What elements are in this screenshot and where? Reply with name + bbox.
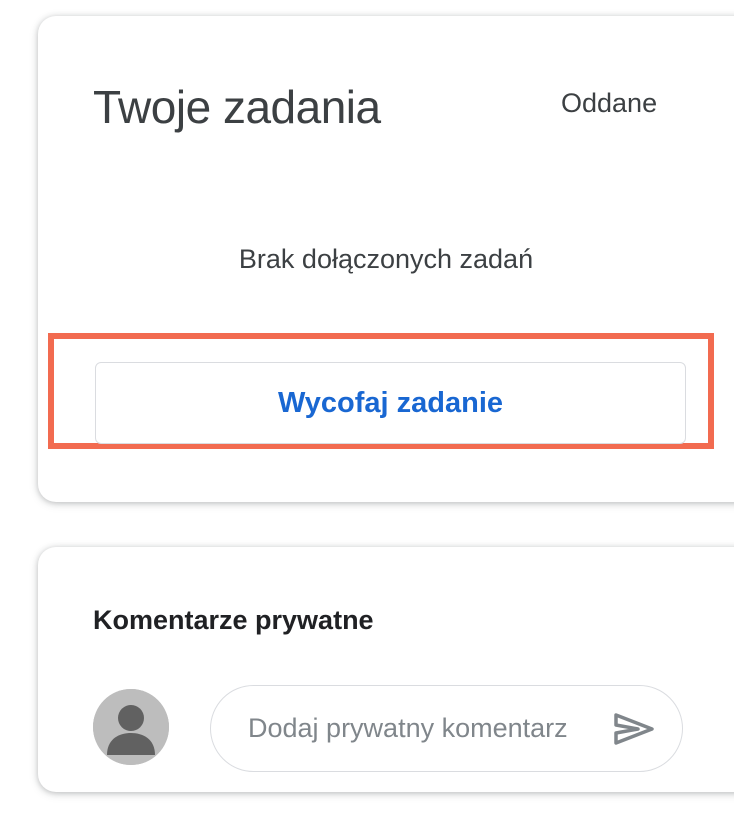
send-icon[interactable]	[608, 707, 660, 751]
your-work-title: Twoje zadania	[93, 81, 381, 133]
your-work-card: Twoje zadania Oddane Brak dołączonych za…	[38, 16, 734, 502]
person-icon	[93, 689, 169, 765]
send-icon-glyph	[614, 712, 654, 745]
private-comments-title: Komentarze prywatne	[93, 605, 374, 635]
private-comment-input[interactable]	[248, 713, 602, 744]
submission-status: Oddane	[561, 88, 658, 118]
avatar	[93, 689, 169, 765]
private-comment-field	[210, 685, 683, 772]
no-attachments-message: Brak dołączonych zadań	[238, 244, 534, 274]
page: Twoje zadania Oddane Brak dołączonych za…	[0, 0, 734, 819]
private-comments-card: Komentarze prywatne	[38, 547, 734, 792]
unsubmit-button[interactable]: Wycofaj zadanie	[95, 362, 686, 444]
